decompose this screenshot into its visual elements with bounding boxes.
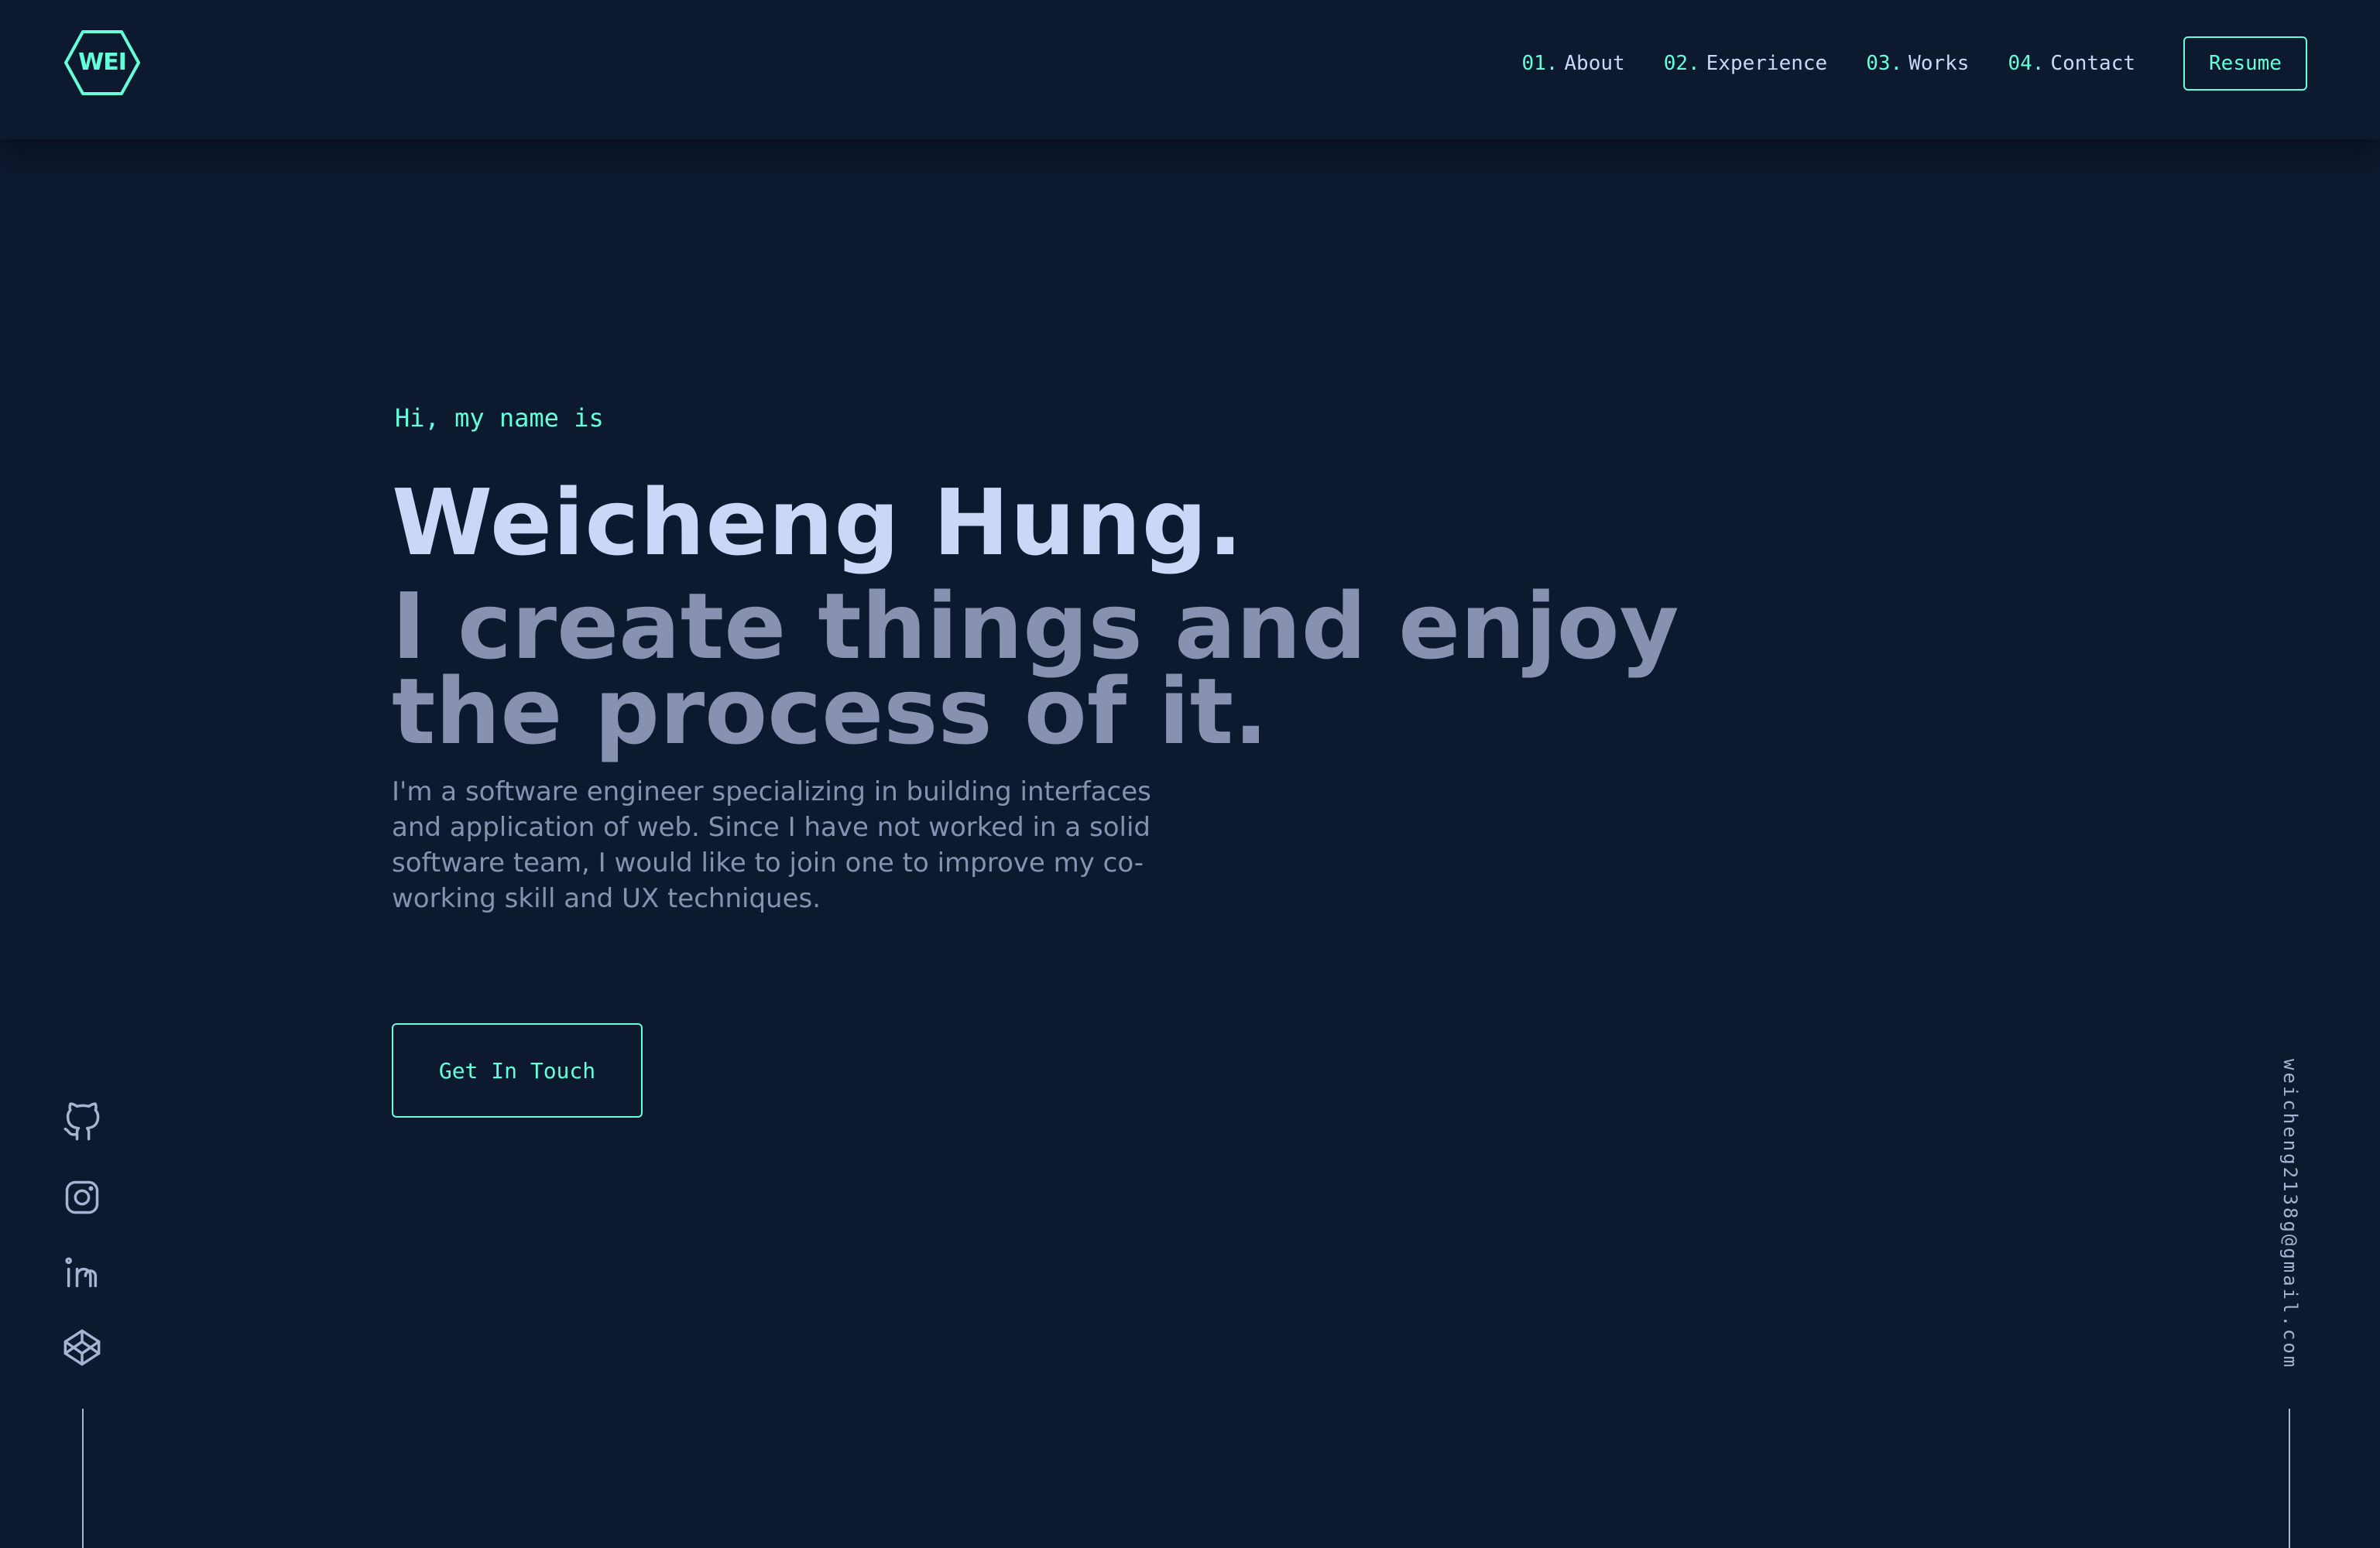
nav-item-number: 03. [1866,52,1903,75]
nav-item-number: 02. [1663,52,1700,75]
nav-item-label: About [1564,52,1625,75]
nav-item-contact[interactable]: 04. Contact [2008,52,2135,75]
nav-item-number: 01. [1521,52,1559,75]
nav-item-label: Contact [2050,52,2135,75]
hero-name: Weicheng Hung. [392,469,1244,576]
social-links [62,1102,102,1402]
nav-item-experience[interactable]: 02. Experience [1664,52,1828,75]
linkedin-icon [65,1257,98,1288]
nav-item-works[interactable]: 03. Works [1866,52,1969,75]
instagram-icon [65,1180,99,1214]
left-vertical-line [82,1409,84,1548]
codepen-link[interactable] [62,1327,102,1368]
logo-text: WEI [78,49,127,76]
resume-button[interactable]: Resume [2183,36,2307,91]
main-nav: 01. About 02. Experience 03. Works 04. Conta… [1521,0,2380,127]
github-icon [63,1102,100,1141]
hero-section: Hi, my name is Weicheng Hung. I create t… [392,402,1770,916]
hero-greeting: Hi, my name is [395,403,604,433]
right-vertical-line [2289,1409,2290,1548]
get-in-touch-button[interactable]: Get In Touch [392,1023,643,1118]
github-link[interactable] [62,1102,102,1142]
linkedin-link[interactable] [62,1252,102,1293]
nav-item-about[interactable]: 01. About [1521,52,1624,75]
instagram-link[interactable] [62,1177,102,1218]
email-link[interactable]: weicheng2138g@gmail.com [2279,1059,2301,1369]
logo[interactable]: WEI [63,29,141,96]
hero-tagline: I create things and enjoy the process of… [392,573,1679,765]
codepen-icon [63,1329,101,1366]
site-header: WEI 01. About 02. Experience 03. Works 04. C… [0,0,2380,139]
nav-item-number: 04. [2008,52,2045,75]
nav-item-label: Experience [1706,52,1828,75]
hero-bio: I'm a software engineer specializing in … [392,776,1151,914]
nav-item-label: Works [1908,52,1970,75]
